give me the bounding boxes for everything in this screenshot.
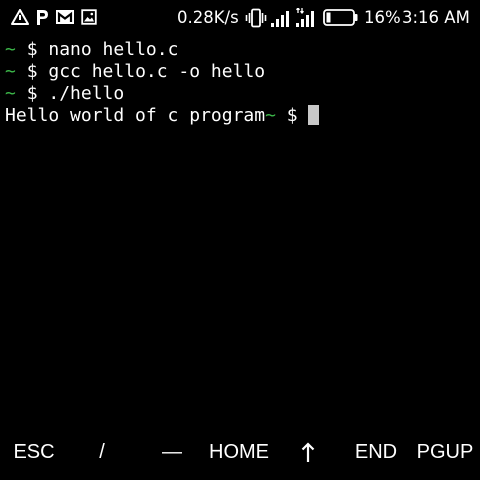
command-text: gcc hello.c -o hello xyxy=(48,61,266,82)
pgup-key[interactable]: PGUP xyxy=(414,434,476,470)
arrow-up-icon xyxy=(301,442,315,462)
prompt-tilde: ~ xyxy=(265,105,276,126)
status-bar: 0.28K/s 16% 3:16 AM xyxy=(0,0,480,36)
terminal-line: ~ $ nano hello.c xyxy=(5,39,475,61)
parking-icon xyxy=(37,9,48,25)
command-text: ./hello xyxy=(48,83,125,104)
end-key[interactable]: END xyxy=(349,434,403,470)
command-text: nano hello.c xyxy=(48,39,179,60)
notification-icons xyxy=(11,8,97,26)
terminal-line: ~ $ gcc hello.c -o hello xyxy=(5,61,475,83)
network-speed: 0.28K/s xyxy=(177,8,239,27)
prompt-tilde: ~ xyxy=(5,83,16,104)
dash-key[interactable]: — xyxy=(152,434,192,470)
home-key[interactable]: HOME xyxy=(205,434,273,470)
warning-triangle-icon xyxy=(11,9,29,25)
gmail-icon xyxy=(56,10,74,24)
data-signal-icon xyxy=(296,8,314,27)
image-notification-icon xyxy=(81,9,97,25)
vibrate-icon xyxy=(245,8,267,28)
arrow-up-key[interactable] xyxy=(291,434,325,470)
extra-keys-row: ESC / — HOME END PGUP xyxy=(0,434,480,470)
battery-icon xyxy=(323,9,358,26)
terminal-line: ~ $ ./hello xyxy=(5,83,475,105)
program-output: Hello world of c program xyxy=(5,105,266,126)
prompt-dollar: $ xyxy=(26,61,38,82)
text-cursor xyxy=(308,105,320,125)
esc-key[interactable]: ESC xyxy=(6,434,62,470)
slash-key[interactable]: / xyxy=(82,434,122,470)
terminal-output[interactable]: ~ $ nano hello.c ~ $ gcc hello.c -o hell… xyxy=(5,39,475,127)
prompt-dollar: $ xyxy=(286,105,298,126)
prompt-dollar: $ xyxy=(26,83,38,104)
prompt-dollar: $ xyxy=(26,39,38,60)
signal-icon xyxy=(271,11,289,27)
prompt-tilde: ~ xyxy=(5,61,16,82)
battery-percent: 16% xyxy=(364,8,401,27)
terminal-line: Hello world of c program~ $ xyxy=(5,105,475,127)
clock: 3:16 AM xyxy=(402,8,470,27)
prompt-tilde: ~ xyxy=(5,39,16,60)
